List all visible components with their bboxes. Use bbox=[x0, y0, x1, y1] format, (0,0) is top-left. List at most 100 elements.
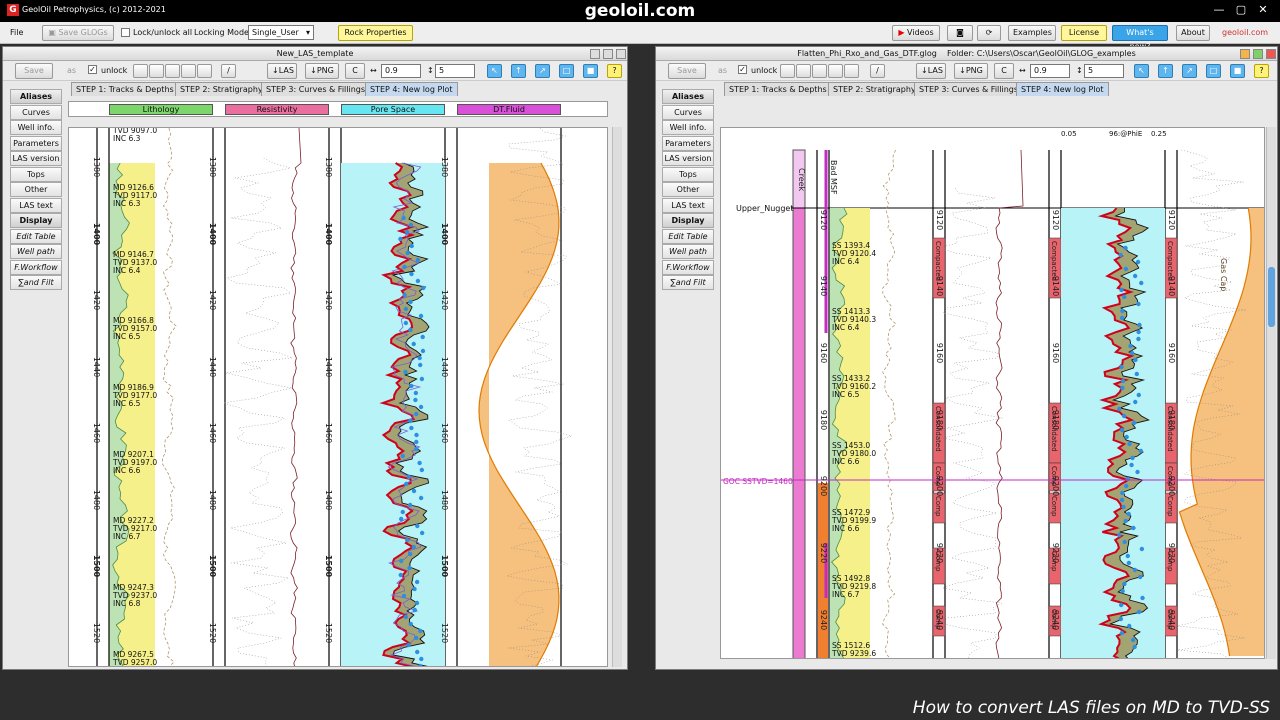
sidebar-item-sand-filt[interactable]: ∑and Filt bbox=[662, 275, 714, 290]
rock-properties-button[interactable]: Rock Properties bbox=[338, 25, 413, 41]
save-button[interactable]: Save bbox=[668, 63, 706, 79]
arrow-ne-icon[interactable]: ↗ bbox=[1182, 64, 1197, 78]
box-icon[interactable] bbox=[181, 64, 196, 78]
unlock-checkbox[interactable]: ✓ bbox=[88, 65, 97, 74]
sidebar-item-fworkflow[interactable]: F.Workflow bbox=[10, 259, 62, 275]
about-button[interactable]: About bbox=[1176, 25, 1210, 41]
save-glogs-button[interactable]: ▣ Save GLOGs bbox=[42, 25, 114, 41]
help-icon[interactable]: ? bbox=[607, 64, 622, 78]
arrow-up-icon[interactable]: ↑ bbox=[511, 64, 526, 78]
sidebar-item-other[interactable]: Other bbox=[10, 182, 62, 197]
refresh-button[interactable]: ⟳ bbox=[977, 25, 1001, 41]
count-spinner[interactable]: 5 bbox=[435, 64, 475, 78]
orange-marker-icon[interactable] bbox=[796, 64, 811, 78]
box-icon[interactable] bbox=[828, 64, 843, 78]
lock-all-checkbox[interactable] bbox=[121, 28, 130, 39]
left-scrollbar[interactable] bbox=[612, 127, 622, 667]
arrow-ne-icon[interactable]: ↗ bbox=[535, 64, 550, 78]
tab-step2[interactable]: STEP 2: Stratigraphy bbox=[828, 82, 921, 96]
download-png-button[interactable]: ↓PNG bbox=[954, 63, 988, 79]
minimize-icon[interactable] bbox=[1240, 49, 1250, 59]
sidebar-item-parameters[interactable]: Parameters bbox=[662, 135, 714, 151]
sidebar-item-well-info[interactable]: Well info. bbox=[662, 120, 714, 135]
right-scrollbar[interactable] bbox=[1266, 127, 1276, 659]
sidebar-item-tops[interactable]: Tops bbox=[662, 166, 714, 182]
save-as-button[interactable]: as bbox=[67, 66, 76, 75]
sidebar-item-display[interactable]: Display bbox=[10, 213, 62, 228]
sidebar-item-curves[interactable]: Curves bbox=[662, 104, 714, 120]
width-ratio-spinner[interactable]: 0.9 bbox=[1030, 64, 1070, 78]
tab-step3[interactable]: STEP 3: Curves & Fillings bbox=[261, 82, 371, 96]
left-log-plot[interactable]: 1380 1400 1420 1440 1460 1480 1500 1520 1380 1400… bbox=[68, 127, 608, 667]
blue-marker-icon[interactable] bbox=[165, 64, 180, 78]
maximize-icon[interactable] bbox=[1253, 49, 1263, 59]
tab-step4[interactable]: STEP 4: New log Plot bbox=[365, 82, 458, 96]
whats-new-button[interactable]: What's new? bbox=[1112, 25, 1168, 51]
c-button[interactable]: C bbox=[994, 63, 1014, 79]
camera-button[interactable]: ◙ bbox=[947, 25, 973, 41]
orange-marker-icon[interactable] bbox=[149, 64, 164, 78]
sidebar-item-edit-table[interactable]: Edit Table bbox=[10, 228, 62, 244]
maximize-icon[interactable] bbox=[603, 49, 613, 59]
tab-step1[interactable]: STEP 1: Tracks & Depths bbox=[724, 82, 832, 96]
italic-icon[interactable]: / bbox=[221, 64, 236, 78]
sidebar-item-aliases[interactable]: Aliases bbox=[10, 89, 62, 104]
red-flag-icon[interactable] bbox=[780, 64, 795, 78]
sidebar-item-aliases[interactable]: Aliases bbox=[662, 89, 714, 104]
minimize-icon[interactable]: — bbox=[1208, 3, 1230, 16]
sidebar-item-fworkflow[interactable]: F.Workflow bbox=[662, 259, 714, 275]
blue-marker-icon[interactable] bbox=[812, 64, 827, 78]
square-outline-icon[interactable]: □ bbox=[559, 64, 574, 78]
maximize-icon[interactable]: ▢ bbox=[1230, 3, 1252, 16]
tab-step3[interactable]: STEP 3: Curves & Fillings bbox=[914, 82, 1024, 96]
download-png-button[interactable]: ↓PNG bbox=[305, 63, 339, 79]
scroll-thumb[interactable] bbox=[1268, 267, 1275, 327]
download-las-button[interactable]: ↓LAS bbox=[916, 63, 946, 79]
box-icon[interactable] bbox=[197, 64, 212, 78]
right-log-plot[interactable]: 0.05 96:@PhiE 0.25 Creek Upper_Nugget Bad MSF… bbox=[720, 127, 1265, 659]
license-button[interactable]: License bbox=[1061, 25, 1107, 41]
c-button[interactable]: C bbox=[345, 63, 365, 79]
arrow-up-icon[interactable]: ↑ bbox=[1158, 64, 1173, 78]
close-icon[interactable]: ✕ bbox=[1252, 3, 1274, 16]
box-icon[interactable] bbox=[844, 64, 859, 78]
download-las-button[interactable]: ↓LAS bbox=[267, 63, 297, 79]
sidebar-item-las-text[interactable]: LAS text bbox=[662, 197, 714, 213]
save-button[interactable]: Save bbox=[15, 63, 53, 79]
sidebar-item-well-info[interactable]: Well info. bbox=[10, 120, 62, 135]
square-fill-icon[interactable]: ■ bbox=[1230, 64, 1245, 78]
sidebar-item-parameters[interactable]: Parameters bbox=[10, 135, 62, 151]
tab-step2[interactable]: STEP 2: Stratigraphy bbox=[175, 82, 268, 96]
sidebar-item-other[interactable]: Other bbox=[662, 182, 714, 197]
sidebar-item-las-version[interactable]: LAS version bbox=[10, 151, 62, 166]
close-icon[interactable] bbox=[1266, 49, 1276, 59]
close-icon[interactable] bbox=[616, 49, 626, 59]
sidebar-item-sand-filt[interactable]: ∑and Filt bbox=[10, 275, 62, 290]
sidebar-item-edit-table[interactable]: Edit Table bbox=[662, 228, 714, 244]
examples-button[interactable]: Examples bbox=[1008, 25, 1056, 41]
sidebar-item-well-path[interactable]: Well path bbox=[662, 244, 714, 259]
count-spinner[interactable]: 5 bbox=[1084, 64, 1124, 78]
tab-step1[interactable]: STEP 1: Tracks & Depths bbox=[71, 82, 179, 96]
sidebar-item-las-text[interactable]: LAS text bbox=[10, 197, 62, 213]
locking-mode-select[interactable]: Single_User ▾ bbox=[248, 25, 314, 40]
unlock-checkbox[interactable]: ✓ bbox=[738, 65, 747, 74]
width-ratio-spinner[interactable]: 0.9 bbox=[381, 64, 421, 78]
square-fill-icon[interactable]: ■ bbox=[583, 64, 598, 78]
sidebar-item-display[interactable]: Display bbox=[662, 213, 714, 228]
square-outline-icon[interactable]: □ bbox=[1206, 64, 1221, 78]
sidebar-item-well-path[interactable]: Well path bbox=[10, 244, 62, 259]
sidebar-item-tops[interactable]: Tops bbox=[10, 166, 62, 182]
sidebar-item-las-version[interactable]: LAS version bbox=[662, 151, 714, 166]
videos-button[interactable]: ▶ Videos bbox=[892, 25, 940, 41]
red-flag-icon[interactable] bbox=[133, 64, 148, 78]
italic-icon[interactable]: / bbox=[870, 64, 885, 78]
arrow-nw-icon[interactable]: ↖ bbox=[1134, 64, 1149, 78]
tab-step4[interactable]: STEP 4: New log Plot bbox=[1016, 82, 1109, 96]
minimize-icon[interactable] bbox=[590, 49, 600, 59]
arrow-nw-icon[interactable]: ↖ bbox=[487, 64, 502, 78]
help-icon[interactable]: ? bbox=[1254, 64, 1269, 78]
sidebar-item-curves[interactable]: Curves bbox=[10, 104, 62, 120]
save-as-button[interactable]: as bbox=[718, 66, 727, 75]
file-menu[interactable]: File bbox=[10, 28, 23, 37]
